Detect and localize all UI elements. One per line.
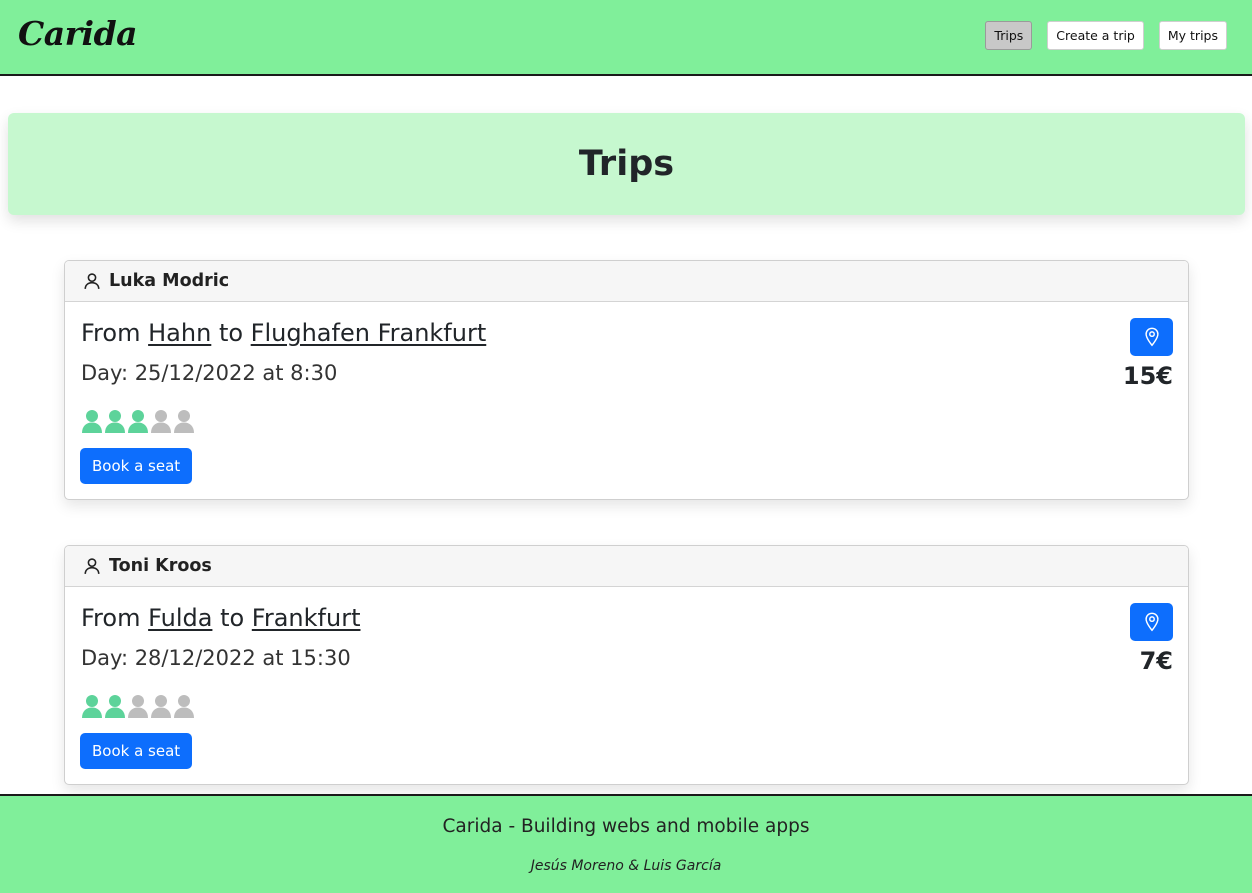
seat-taken-icon	[82, 695, 102, 718]
nav-create-trip-button[interactable]: Create a trip	[1047, 21, 1144, 50]
route-from-word: From	[81, 319, 141, 347]
nav-trips-button[interactable]: Trips	[985, 21, 1033, 50]
location-pin-icon	[1144, 327, 1159, 347]
trip-card-header: Toni Kroos	[65, 546, 1188, 587]
book-seat-button[interactable]: Book a seat	[80, 733, 193, 769]
destination-link[interactable]: Frankfurt	[252, 604, 361, 632]
book-seat-button[interactable]: Book a seat	[80, 448, 193, 484]
destination-link[interactable]: Flughafen Frankfurt	[251, 319, 487, 347]
nav-menu: Trips Create a trip My trips	[985, 21, 1227, 50]
trip-card: Toni Kroos From Fulda to Frankfurt Day: …	[64, 545, 1189, 785]
page-title: Trips	[578, 144, 675, 184]
trip-route: From Fulda to Frankfurt	[81, 604, 360, 632]
seat-taken-icon	[128, 410, 148, 433]
route-to-word: to	[218, 319, 244, 347]
trip-card: Luka Modric From Hahn to Flughafen Frank…	[64, 260, 1189, 500]
footer-tagline: Carida - Building webs and mobile apps	[442, 816, 810, 837]
nav-my-trips-button[interactable]: My trips	[1158, 21, 1227, 50]
route-to-word: to	[220, 604, 245, 632]
trip-price: 7€	[1139, 647, 1173, 675]
driver-name: Luka Modric	[109, 271, 230, 291]
origin-link[interactable]: Hahn	[148, 319, 211, 347]
footer-authors: Jesús Moreno & Luis García	[530, 858, 722, 874]
top-navbar: Carida Trips Create a trip My trips	[0, 0, 1252, 76]
trip-card-header: Luka Modric	[65, 261, 1188, 302]
origin-link[interactable]: Fulda	[148, 604, 212, 632]
map-location-button[interactable]	[1130, 318, 1173, 356]
seat-free-icon	[174, 410, 194, 433]
seat-free-icon	[174, 695, 194, 718]
seat-free-icon	[151, 695, 171, 718]
driver-name: Toni Kroos	[109, 556, 212, 576]
trip-price: 15€	[1122, 362, 1173, 390]
seat-free-icon	[151, 410, 171, 433]
seat-indicator	[81, 694, 195, 718]
seat-taken-icon	[105, 410, 125, 433]
trip-route: From Hahn to Flughafen Frankfurt	[81, 319, 486, 347]
trip-date: Day: 25/12/2022 at 8:30	[81, 361, 338, 385]
seat-indicator	[81, 409, 195, 433]
trip-date: Day: 28/12/2022 at 15:30	[81, 646, 351, 670]
page-banner: Trips	[8, 113, 1245, 215]
seat-taken-icon	[82, 410, 102, 433]
seat-free-icon	[128, 695, 148, 718]
map-location-button[interactable]	[1130, 603, 1173, 641]
brand-logo[interactable]: Carida	[18, 14, 138, 53]
page-footer: Carida - Building webs and mobile apps J…	[0, 794, 1252, 893]
location-pin-icon	[1144, 612, 1159, 632]
user-icon	[84, 558, 100, 574]
route-from-word: From	[81, 604, 141, 632]
user-icon	[84, 273, 100, 289]
seat-taken-icon	[105, 695, 125, 718]
